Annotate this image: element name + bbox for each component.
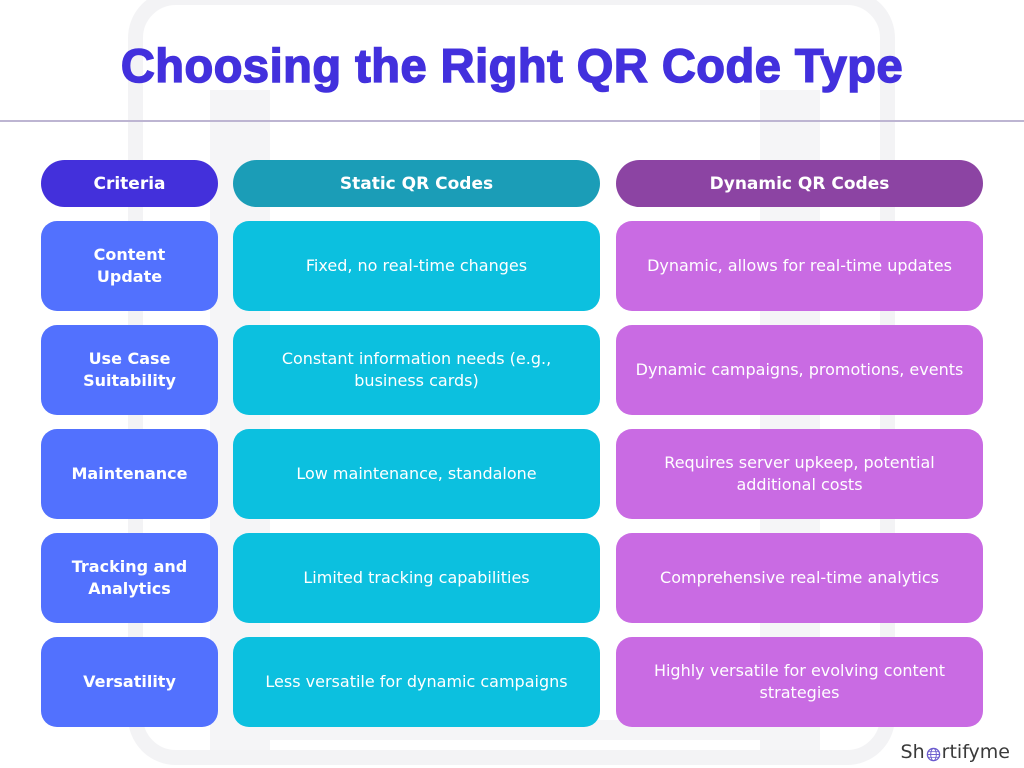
criteria-cell: Use Case Suitability [41,325,218,415]
brand-logo: Sh rtifyme [901,741,1010,763]
dynamic-cell: Highly versatile for evolving content st… [616,637,983,727]
brand-prefix: Sh [900,741,925,763]
title-divider [0,120,1024,122]
static-cell: Low maintenance, standalone [233,429,600,519]
header-criteria: Criteria [41,160,218,207]
page-title: Choosing the Right QR Code Type [120,38,904,93]
dynamic-cell: Requires server upkeep, potential additi… [616,429,983,519]
dynamic-cell: Dynamic, allows for real-time updates [616,221,983,311]
header-static-qr-codes: Static QR Codes [233,160,600,207]
dynamic-cell: Comprehensive real-time analytics [616,533,983,623]
brand-suffix: rtifyme [941,741,1010,763]
header-dynamic-qr-codes: Dynamic QR Codes [616,160,983,207]
criteria-cell: Tracking and Analytics [41,533,218,623]
criteria-cell: Content Update [41,221,218,311]
static-cell: Less versatile for dynamic campaigns [233,637,600,727]
dynamic-cell: Dynamic campaigns, promotions, events [616,325,983,415]
static-cell: Constant information needs (e.g., busine… [233,325,600,415]
static-cell: Limited tracking capabilities [233,533,600,623]
criteria-cell: Versatility [41,637,218,727]
static-cell: Fixed, no real-time changes [233,221,600,311]
criteria-cell: Maintenance [41,429,218,519]
globe-icon [926,745,941,761]
